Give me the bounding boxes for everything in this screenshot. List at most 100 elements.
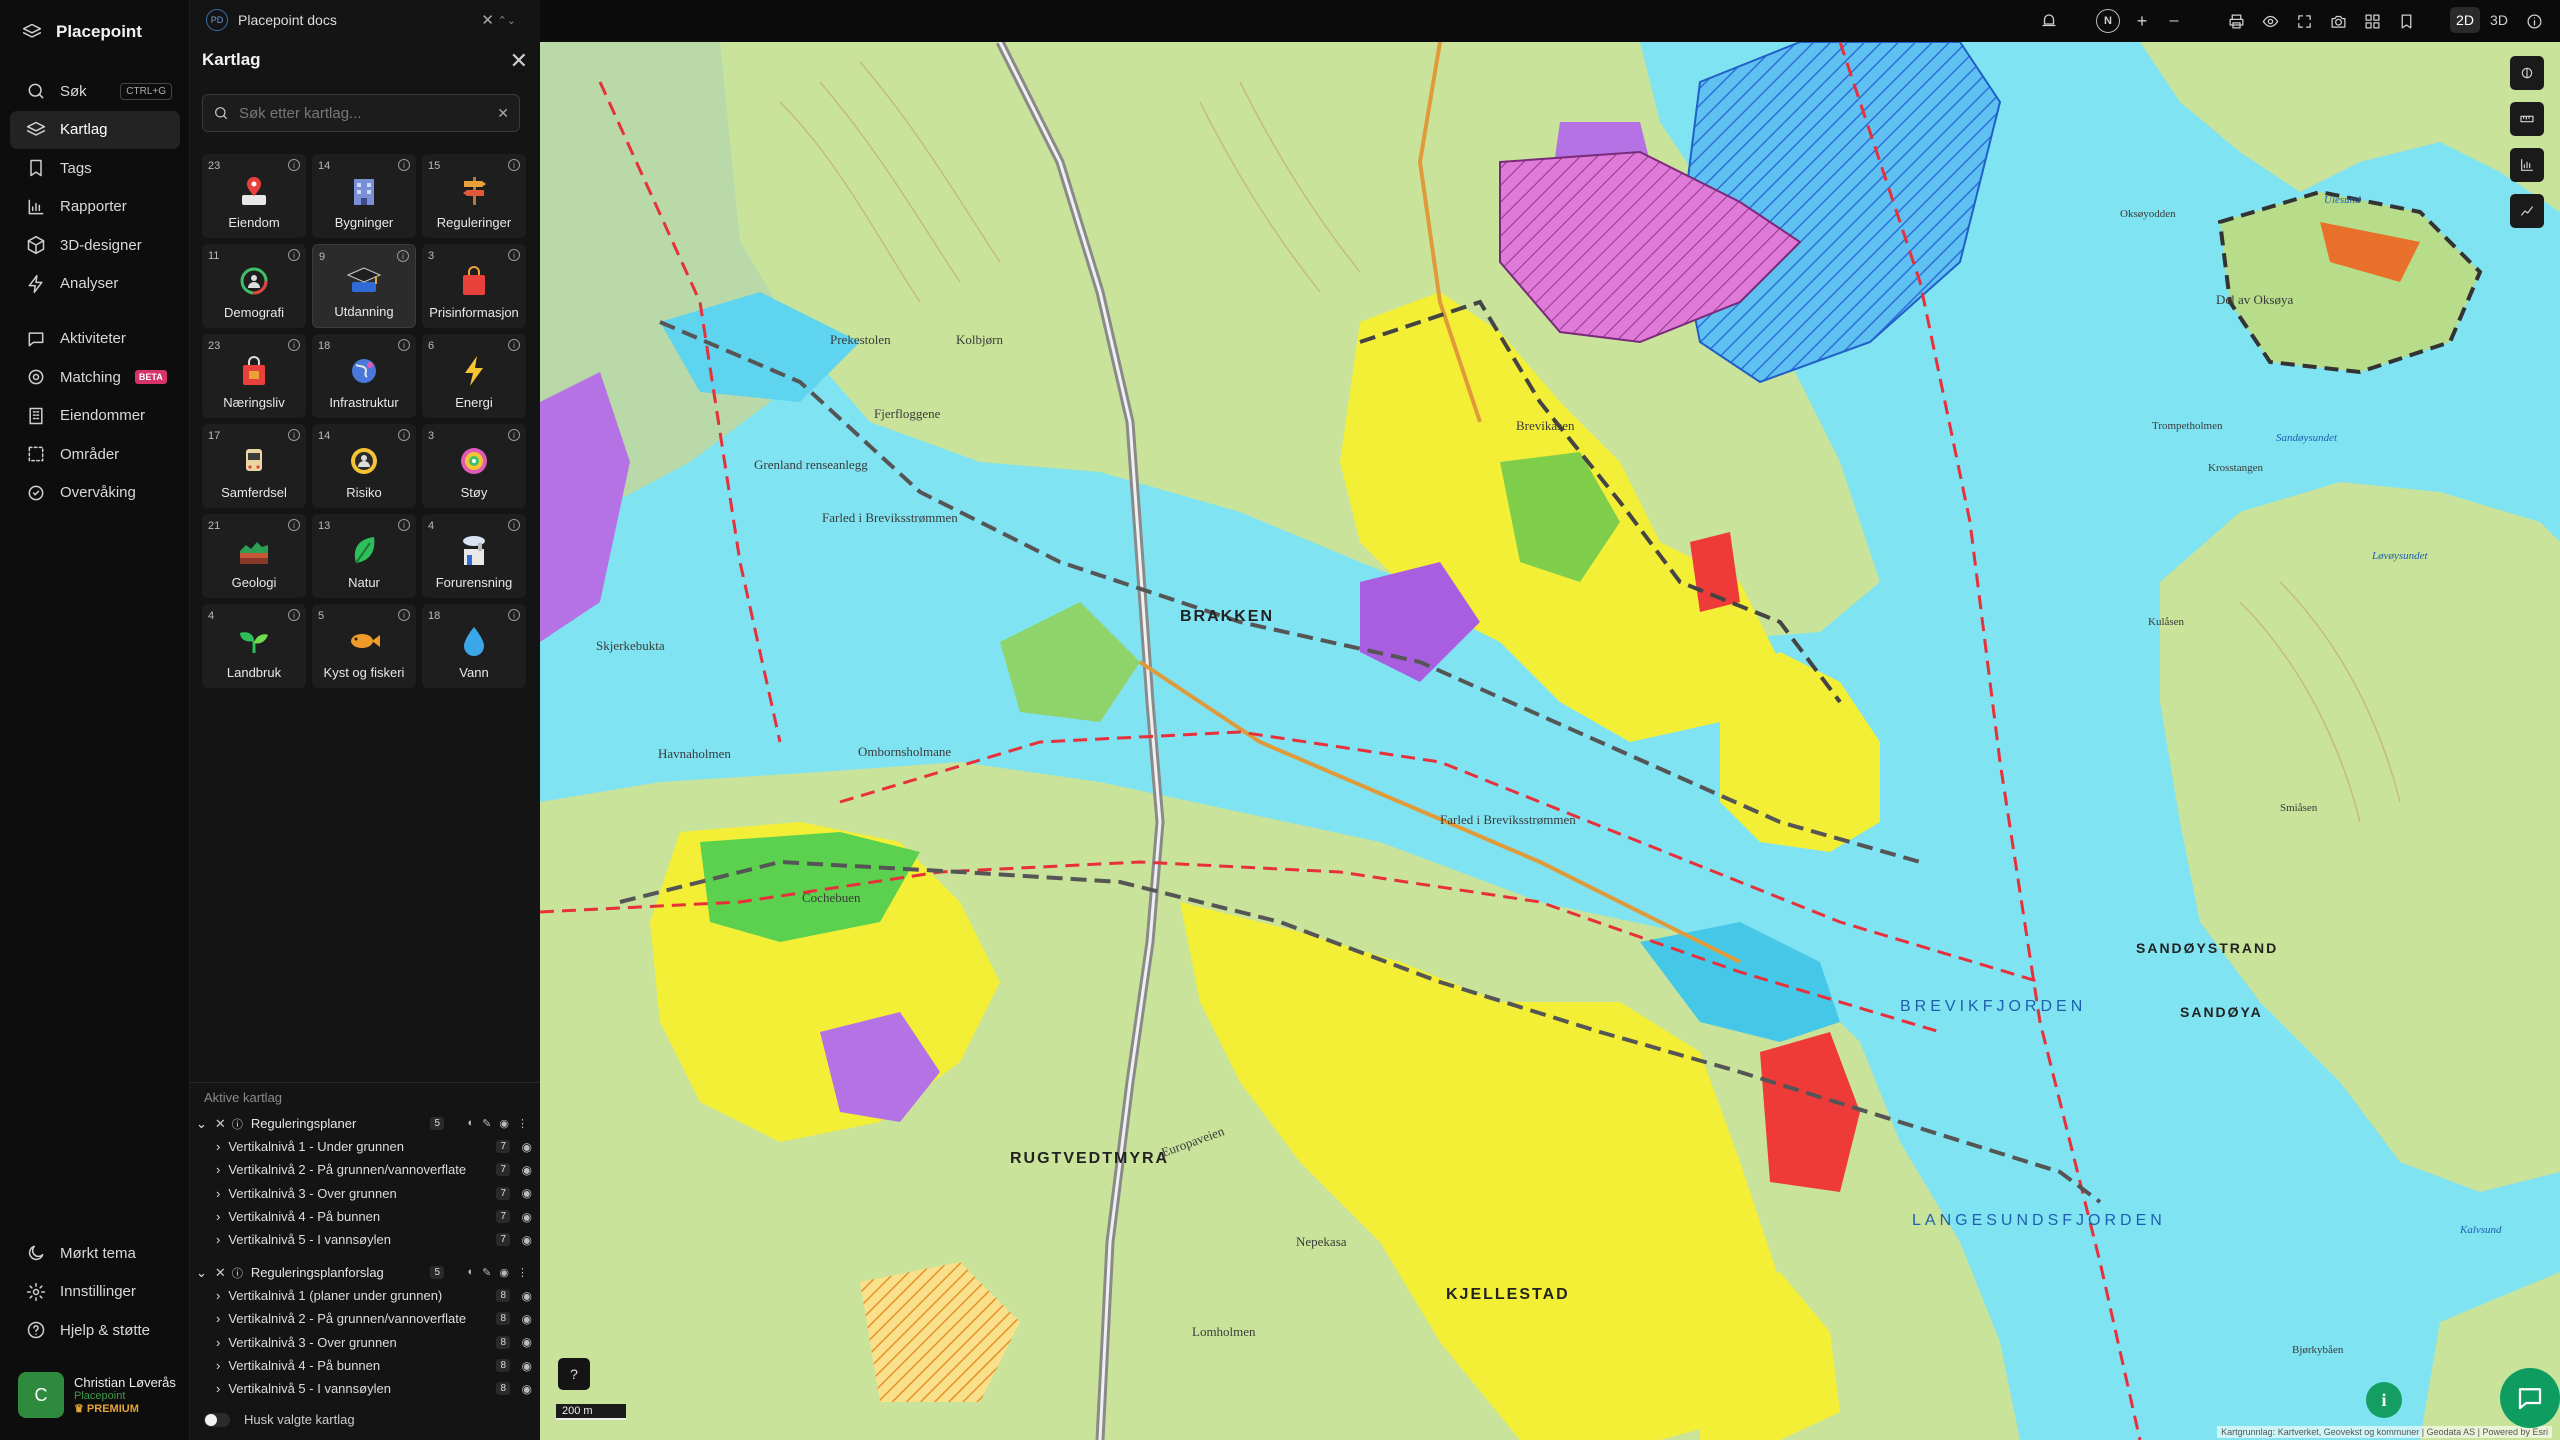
info-icon[interactable]: i xyxy=(288,339,300,351)
clear-search-icon[interactable]: ✕ xyxy=(497,105,509,122)
chevron-right-icon[interactable]: › xyxy=(216,1186,220,1201)
measure-tool[interactable] xyxy=(2510,102,2544,136)
chat-button[interactable] xyxy=(2500,1368,2560,1428)
close-document-icon[interactable]: ✕ xyxy=(481,11,494,29)
info-icon[interactable]: i xyxy=(397,250,409,262)
eye-icon[interactable]: ◉ xyxy=(522,1233,532,1247)
edit-icon[interactable]: ✎ xyxy=(482,1266,491,1279)
chevron-right-icon[interactable]: › xyxy=(216,1232,220,1247)
sublayer-row[interactable]: › Vertikalnivå 2 - På grunnen/vannoverfla… xyxy=(190,1158,540,1181)
sublayer-row[interactable]: › Vertikalnivå 1 (planer under grunnen) 8 ◉ xyxy=(190,1284,540,1307)
chevron-right-icon[interactable]: › xyxy=(216,1209,220,1224)
chevron-right-icon[interactable]: › xyxy=(216,1311,220,1326)
chart-tool[interactable] xyxy=(2510,148,2544,182)
chevron-right-icon[interactable]: › xyxy=(216,1358,220,1373)
chevron-down-icon[interactable]: ⌄ xyxy=(196,1116,207,1132)
chevron-right-icon[interactable]: › xyxy=(216,1381,220,1396)
nav-item-help[interactable]: Hjelp & støtte xyxy=(10,1311,180,1349)
zoom-out-button[interactable]: – xyxy=(2166,10,2182,32)
info-icon[interactable]: i xyxy=(288,249,300,261)
eye-icon[interactable]: ◉ xyxy=(522,1359,532,1373)
eye-icon[interactable]: ◉ xyxy=(499,1266,509,1279)
nav-item-search[interactable]: Søk CTRL+G xyxy=(10,72,180,110)
eye-icon[interactable]: ◉ xyxy=(522,1140,532,1154)
nav-item-3d-designer[interactable]: 3D-designer xyxy=(10,226,180,264)
chevron-right-icon[interactable]: › xyxy=(216,1139,220,1154)
info-button[interactable]: i xyxy=(2366,1382,2402,1418)
eye-icon[interactable]: ◉ xyxy=(522,1312,532,1326)
category-samferdsel[interactable]: 17 i Samferdsel xyxy=(202,424,306,508)
north-compass[interactable]: N xyxy=(2096,9,2120,33)
more-icon[interactable]: ⋮ xyxy=(517,1266,528,1279)
category-prisinformasjon[interactable]: 3 i Prisinformasjon xyxy=(422,244,526,328)
sublayer-row[interactable]: › Vertikalnivå 5 - I vannsøylen 7 ◉ xyxy=(190,1228,540,1251)
eye-icon[interactable] xyxy=(2260,10,2280,32)
nav-item-kartlag[interactable]: Kartlag xyxy=(10,110,180,149)
mode-3d-button[interactable]: 3D xyxy=(2484,7,2514,33)
opacity-icon[interactable]: ◐ xyxy=(468,1266,475,1279)
category-demografi[interactable]: 11 i Demografi xyxy=(202,244,306,328)
remove-icon[interactable]: ✕ xyxy=(215,1116,226,1132)
remember-toggle[interactable] xyxy=(204,1412,230,1427)
category-naeringsliv[interactable]: 23 i Næringsliv xyxy=(202,334,306,418)
info-circle-icon[interactable] xyxy=(2524,10,2544,32)
nav-item-settings[interactable]: Innstillinger xyxy=(10,1273,180,1311)
map-help-icon[interactable]: ? xyxy=(558,1358,590,1390)
category-utdanning[interactable]: 9 i Utdanning xyxy=(312,244,416,328)
sublayer-row[interactable]: › Vertikalnivå 3 - Over grunnen 7 ◉ xyxy=(190,1182,540,1205)
eye-icon[interactable]: ◉ xyxy=(522,1382,532,1396)
category-landbruk[interactable]: 4 i Landbruk xyxy=(202,604,306,688)
category-energi[interactable]: 6 i Energi xyxy=(422,334,526,418)
nav-item-overvaking[interactable]: Overvåking xyxy=(10,474,180,512)
edit-icon[interactable]: ✎ xyxy=(482,1117,491,1130)
info-icon[interactable]: i xyxy=(508,339,520,351)
info-icon[interactable]: i xyxy=(398,339,410,351)
chevron-right-icon[interactable]: › xyxy=(216,1335,220,1350)
layer-style-tool[interactable] xyxy=(2510,56,2544,90)
grid-view-icon[interactable] xyxy=(2362,10,2382,32)
document-tab[interactable]: PD Placepoint docs ✕ ⌃⌄ xyxy=(206,6,524,34)
brand[interactable]: Placepoint xyxy=(22,22,142,42)
more-icon[interactable]: ⋮ xyxy=(517,1117,528,1130)
bookmark-icon[interactable] xyxy=(2396,10,2416,32)
info-icon[interactable]: i xyxy=(398,159,410,171)
close-panel-icon[interactable]: ✕ xyxy=(510,48,528,74)
chevron-right-icon[interactable]: › xyxy=(216,1288,220,1303)
nav-item-dark-theme[interactable]: Mørkt tema xyxy=(10,1234,180,1272)
fullscreen-icon[interactable] xyxy=(2294,10,2314,32)
info-icon[interactable]: i xyxy=(288,609,300,621)
nav-item-analyser[interactable]: Analyser xyxy=(10,265,180,303)
info-icon[interactable]: i xyxy=(508,429,520,441)
map-canvas[interactable]: BREVIKFJORDEN LANGESUNDSFJORDEN BRAKKEN … xyxy=(540,42,2560,1440)
sublayer-row[interactable]: › Vertikalnivå 4 - På bunnen 7 ◉ xyxy=(190,1205,540,1228)
layers-stack-icon[interactable] xyxy=(2038,10,2060,32)
sublayer-row[interactable]: › Vertikalnivå 4 - På bunnen 8 ◉ xyxy=(190,1354,540,1377)
sublayer-row[interactable]: › Vertikalnivå 1 - Under grunnen 7 ◉ xyxy=(190,1135,540,1158)
info-icon[interactable]: i xyxy=(398,609,410,621)
nav-item-eiendommer[interactable]: Eiendommer xyxy=(10,397,180,435)
info-icon[interactable]: i xyxy=(398,519,410,531)
camera-icon[interactable] xyxy=(2328,10,2348,32)
remove-icon[interactable]: ✕ xyxy=(215,1265,226,1281)
layer-search-input[interactable] xyxy=(239,104,488,122)
eye-icon[interactable]: ◉ xyxy=(499,1117,509,1130)
info-icon[interactable]: i xyxy=(508,159,520,171)
info-icon[interactable]: i xyxy=(398,429,410,441)
nav-item-tags[interactable]: Tags xyxy=(10,149,180,187)
eye-icon[interactable]: ◉ xyxy=(522,1335,532,1349)
opacity-icon[interactable]: ◐ xyxy=(468,1117,475,1130)
info-icon[interactable]: i xyxy=(288,519,300,531)
category-vann[interactable]: 18 i Vann xyxy=(422,604,526,688)
group-row[interactable]: ⌄ ✕ ⓘ Reguleringsplanforslag 5 ◐ ✎ ◉ ⋮ xyxy=(190,1261,540,1284)
info-icon[interactable]: ⓘ xyxy=(232,1265,243,1281)
category-infrastruktur[interactable]: 18 i Infrastruktur xyxy=(312,334,416,418)
category-eiendom[interactable]: 23 i Eiendom xyxy=(202,154,306,238)
user-profile[interactable]: C Christian Løverås Placepoint ♛ PREMIUM xyxy=(18,1372,176,1418)
chevron-updown-icon[interactable]: ⌃⌄ xyxy=(498,14,516,27)
nav-item-rapporter[interactable]: Rapporter xyxy=(10,188,180,226)
info-icon[interactable]: i xyxy=(288,429,300,441)
eye-icon[interactable]: ◉ xyxy=(522,1163,532,1177)
info-icon[interactable]: i xyxy=(288,159,300,171)
nav-item-matching[interactable]: Matching BETA xyxy=(10,358,180,396)
eye-icon[interactable]: ◉ xyxy=(522,1289,532,1303)
